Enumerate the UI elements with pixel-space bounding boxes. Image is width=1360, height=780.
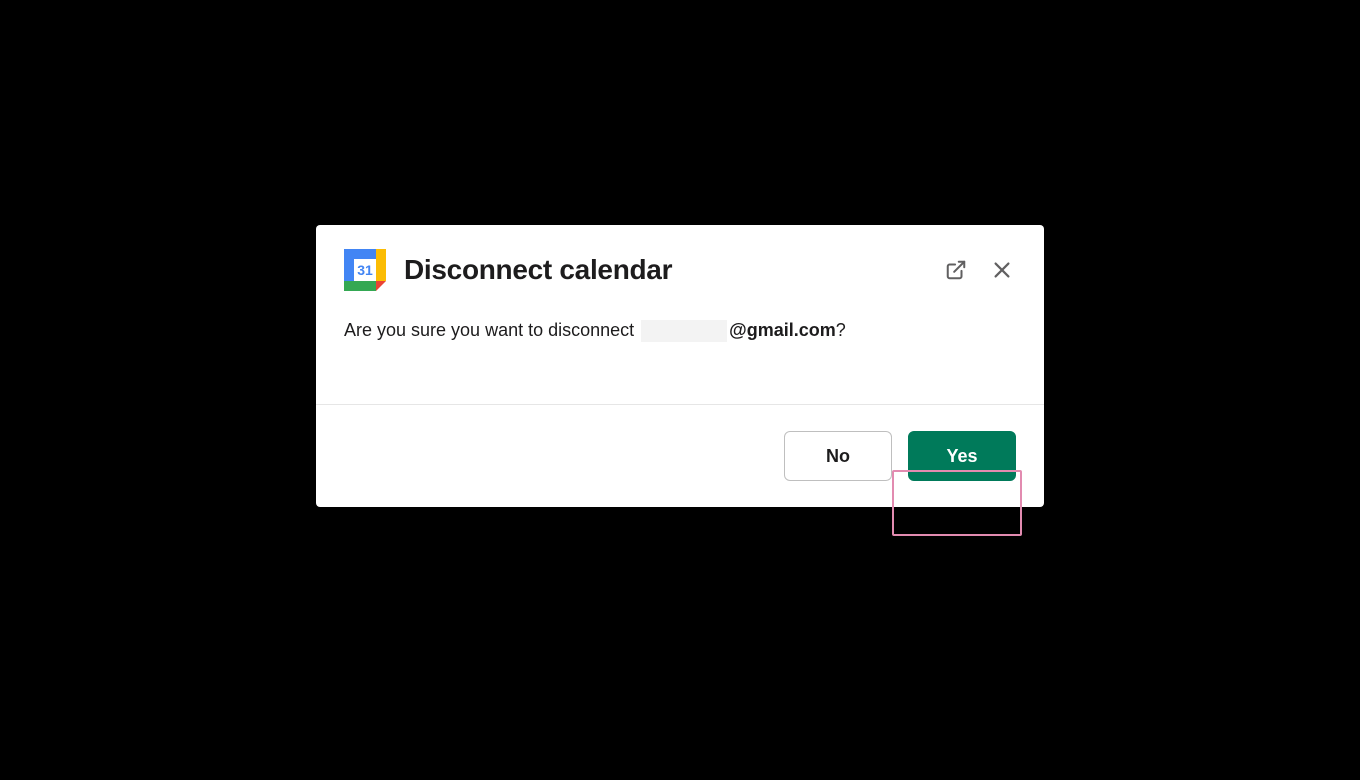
disconnect-calendar-modal: 31 Disconnect calendar Are you sure you … — [316, 225, 1044, 507]
yes-button-label: Yes — [946, 446, 977, 467]
open-external-icon[interactable] — [942, 256, 970, 284]
redacted-email-username — [641, 320, 727, 342]
no-button-label: No — [826, 446, 850, 467]
close-icon[interactable] — [988, 256, 1016, 284]
yes-button[interactable]: Yes — [908, 431, 1016, 481]
question-mark: ? — [836, 320, 846, 340]
modal-header: 31 Disconnect calendar — [316, 225, 1044, 309]
google-calendar-icon: 31 — [344, 249, 386, 291]
modal-title: Disconnect calendar — [404, 254, 924, 286]
confirmation-text-prefix: Are you sure you want to disconnect — [344, 320, 639, 340]
header-actions — [942, 256, 1016, 284]
modal-body: Are you sure you want to disconnect @gma… — [316, 309, 1044, 404]
no-button[interactable]: No — [784, 431, 892, 481]
svg-text:31: 31 — [357, 262, 373, 278]
email-domain: @gmail.com — [729, 320, 836, 340]
modal-footer: No Yes — [316, 404, 1044, 507]
